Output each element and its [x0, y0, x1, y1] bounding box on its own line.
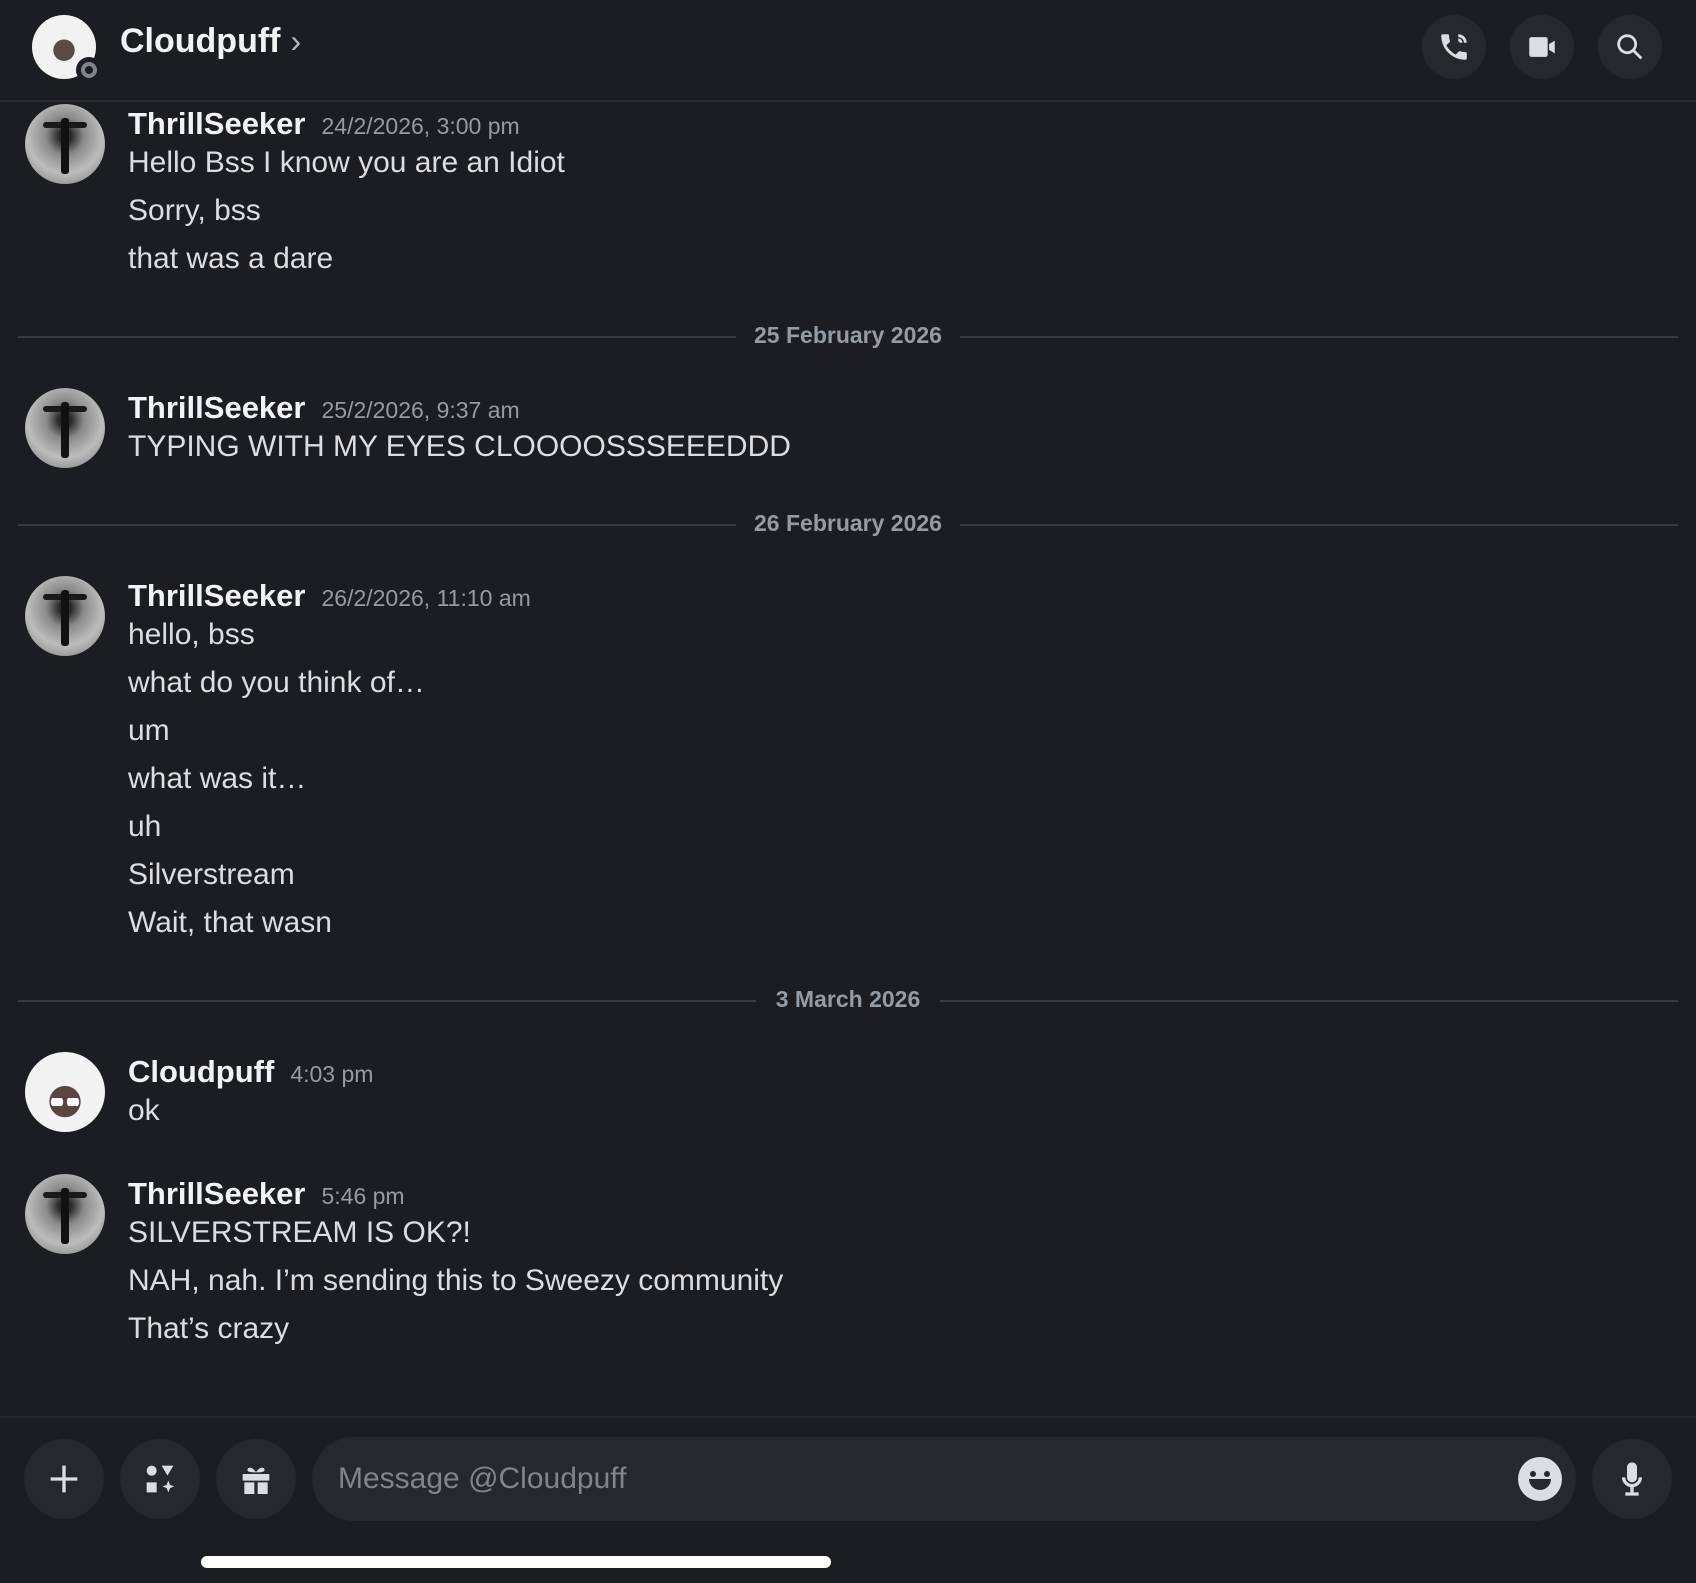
message-timestamp: 26/2/2026, 11:10 am	[321, 585, 531, 611]
message-text[interactable]: Silverstream	[128, 858, 295, 892]
message-timestamp: 25/2/2026, 9:37 am	[321, 397, 520, 423]
microphone-icon	[1622, 1462, 1642, 1496]
message-author[interactable]: ThrillSeeker	[128, 578, 305, 614]
message-text[interactable]: Hello Bss I know you are an Idiot	[128, 146, 565, 180]
message-text[interactable]: um	[128, 714, 170, 748]
message-timestamp: 4:03 pm	[290, 1061, 374, 1087]
message-timestamp: 5:46 pm	[321, 1183, 405, 1209]
date-divider: 26 February 2026	[18, 510, 1678, 540]
message-timestamp: 24/2/2026, 3:00 pm	[321, 113, 520, 139]
chevron-right-icon: ›	[290, 23, 302, 59]
date-divider: 3 March 2026	[18, 986, 1678, 1016]
avatar[interactable]	[32, 15, 102, 83]
message-author[interactable]: ThrillSeeker	[128, 390, 305, 426]
phone-icon	[1441, 34, 1467, 60]
message-author[interactable]: ThrillSeeker	[128, 106, 305, 142]
apps-button[interactable]	[120, 1439, 200, 1519]
channel-title[interactable]: Cloudpuff ›	[120, 22, 301, 61]
add-attachment-button[interactable]	[24, 1439, 104, 1519]
avatar[interactable]	[25, 1052, 105, 1132]
message-author[interactable]: Cloudpuff	[128, 1054, 274, 1090]
message-input[interactable]	[338, 1437, 1438, 1521]
message-text[interactable]: that was a dare	[128, 242, 333, 276]
voice-message-button[interactable]	[1592, 1439, 1672, 1519]
dm-screen: Cloudpuff › ThrillSeeker 24/2/2026, 3:00…	[0, 0, 1696, 1583]
message-text[interactable]: Sorry, bss	[128, 194, 261, 228]
apps-icon	[146, 1465, 175, 1493]
gift-icon	[242, 1467, 270, 1494]
message-text[interactable]: TYPING WITH MY EYES CLOOOOSSSEEEDDD	[128, 430, 791, 464]
date-divider: 25 February 2026	[18, 322, 1678, 352]
plus-icon	[50, 1465, 78, 1493]
emoji-icon[interactable]	[1518, 1457, 1562, 1501]
voice-call-button[interactable]	[1422, 15, 1486, 79]
message-text[interactable]: hello, bss	[128, 618, 255, 652]
message-text[interactable]: what do you think of…	[128, 666, 425, 700]
message-text[interactable]: Wait, that wasn	[128, 906, 332, 940]
video-camera-icon	[1529, 37, 1555, 57]
avatar[interactable]	[25, 388, 105, 468]
avatar[interactable]	[25, 576, 105, 656]
chat-header: Cloudpuff ›	[0, 0, 1696, 102]
message-text[interactable]: SILVERSTREAM IS OK?!	[128, 1216, 471, 1250]
message-list[interactable]: ThrillSeeker 24/2/2026, 3:00 pm Hello Bs…	[0, 104, 1696, 1414]
search-button[interactable]	[1598, 15, 1662, 79]
status-indicator	[76, 57, 102, 83]
avatar[interactable]	[25, 1174, 105, 1254]
message-text[interactable]: That’s crazy	[128, 1312, 289, 1346]
channel-name: Cloudpuff	[120, 22, 281, 60]
message-input-wrapper	[312, 1437, 1576, 1521]
message-text[interactable]: ok	[128, 1094, 160, 1128]
message-text[interactable]: uh	[128, 810, 161, 844]
message-text[interactable]: what was it…	[128, 762, 306, 796]
avatar[interactable]	[25, 104, 105, 184]
home-indicator[interactable]	[201, 1556, 831, 1568]
gift-button[interactable]	[216, 1439, 296, 1519]
search-icon	[1617, 34, 1643, 60]
message-author[interactable]: ThrillSeeker	[128, 1176, 305, 1212]
message-text[interactable]: NAH, nah. I’m sending this to Sweezy com…	[128, 1264, 783, 1298]
video-call-button[interactable]	[1510, 15, 1574, 79]
